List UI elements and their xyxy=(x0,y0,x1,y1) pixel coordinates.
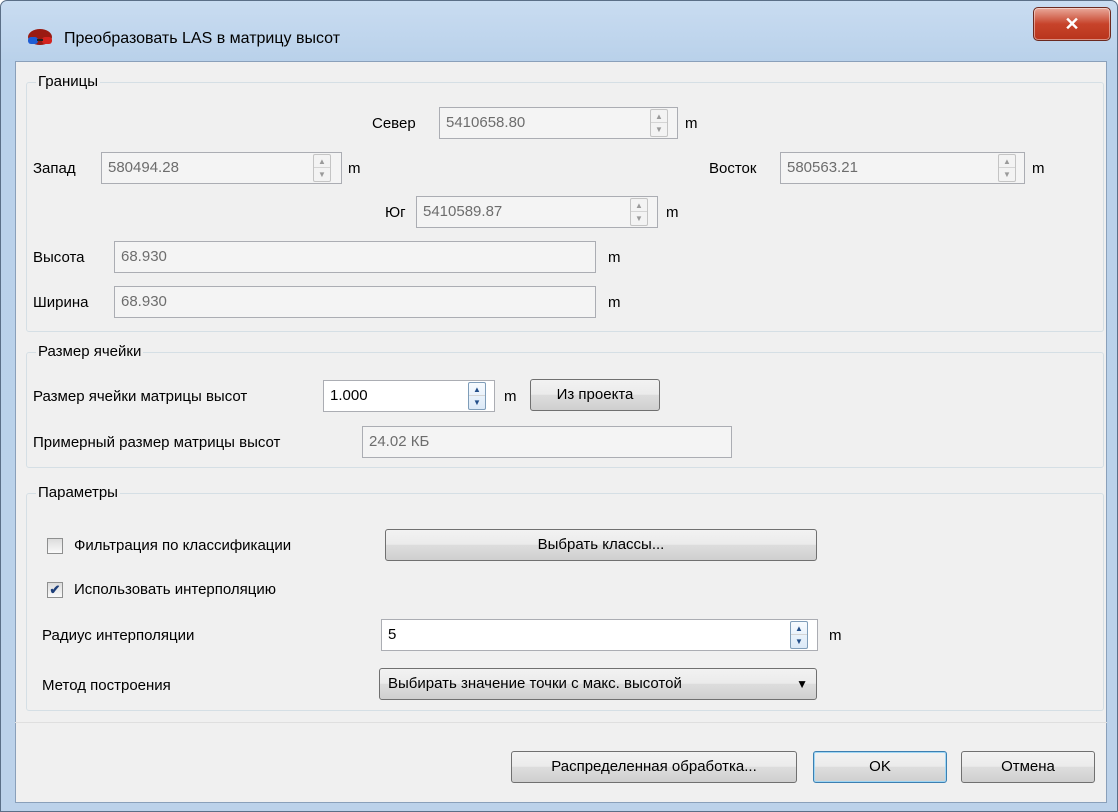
east-field[interactable]: 580563.21 xyxy=(780,152,1025,184)
radius-spinner[interactable]: ▲ ▼ xyxy=(790,621,808,649)
footer-divider xyxy=(15,722,1107,723)
west-spinner[interactable]: ▲ ▼ xyxy=(313,154,331,182)
south-unit: m xyxy=(666,204,679,221)
east-unit: m xyxy=(1032,160,1045,177)
spin-down-icon[interactable]: ▼ xyxy=(631,212,647,225)
spin-down-icon[interactable]: ▼ xyxy=(469,396,485,409)
close-button[interactable]: ✕ xyxy=(1033,7,1111,41)
method-label: Метод построения xyxy=(42,677,171,694)
checkmark-icon: ✔ xyxy=(49,582,61,597)
method-selected: Выбирать значение точки с макс. высотой xyxy=(388,675,682,692)
distributed-processing-button[interactable]: Распределенная обработка... xyxy=(511,751,797,783)
interpolation-label[interactable]: Использовать интерполяцию xyxy=(74,581,276,598)
window-title: Преобразовать LAS в матрицу высот xyxy=(64,30,341,47)
spin-up-icon[interactable]: ▲ xyxy=(314,155,330,168)
cancel-button[interactable]: Отмена xyxy=(961,751,1095,783)
north-field[interactable]: 5410658.80 xyxy=(439,107,678,139)
radius-unit: m xyxy=(829,627,842,644)
west-label: Запад xyxy=(33,160,76,177)
height-unit: m xyxy=(608,249,621,266)
spin-down-icon[interactable]: ▼ xyxy=(999,168,1015,181)
bounds-group-title: Границы xyxy=(36,73,100,90)
close-icon: ✕ xyxy=(1064,13,1080,34)
north-label: Север xyxy=(372,115,416,132)
spin-up-icon[interactable]: ▲ xyxy=(999,155,1015,168)
cell-size-unit: m xyxy=(504,388,517,405)
cell-size-label: Размер ячейки матрицы высот xyxy=(33,388,248,405)
spin-down-icon[interactable]: ▼ xyxy=(314,168,330,181)
width-label: Ширина xyxy=(33,294,89,311)
cell-size-spinner[interactable]: ▲ ▼ xyxy=(468,382,486,410)
spin-down-icon[interactable]: ▼ xyxy=(651,123,667,136)
south-label: Юг xyxy=(385,204,406,221)
stereo-glasses-icon xyxy=(28,29,52,45)
width-unit: m xyxy=(608,294,621,311)
south-field[interactable]: 5410589.87 xyxy=(416,196,658,228)
north-unit: m xyxy=(685,115,698,132)
spin-up-icon[interactable]: ▲ xyxy=(651,110,667,123)
title-bar[interactable]: Преобразовать LAS в матрицу высот ✕ xyxy=(0,0,1118,60)
method-dropdown[interactable]: Выбирать значение точки с макс. высотой … xyxy=(379,668,817,700)
select-classes-button[interactable]: Выбрать классы... xyxy=(385,529,817,561)
approx-size-field[interactable]: 24.02 КБ xyxy=(362,426,732,458)
south-spinner[interactable]: ▲ ▼ xyxy=(630,198,648,226)
cell-size-group-title: Размер ячейки xyxy=(36,343,144,360)
ok-button[interactable]: OK xyxy=(813,751,947,783)
east-spinner[interactable]: ▲ ▼ xyxy=(998,154,1016,182)
west-unit: m xyxy=(348,160,361,177)
filter-checkbox[interactable] xyxy=(47,538,63,554)
east-label: Восток xyxy=(709,160,757,177)
radius-label: Радиус интерполяции xyxy=(42,627,195,644)
filter-label[interactable]: Фильтрация по классификации xyxy=(74,537,291,554)
radius-input[interactable]: 5 xyxy=(381,619,818,651)
from-project-button[interactable]: Из проекта xyxy=(530,379,660,411)
west-field[interactable]: 580494.28 xyxy=(101,152,342,184)
interpolation-checkbox[interactable]: ✔ xyxy=(47,582,63,598)
width-field[interactable]: 68.930 xyxy=(114,286,596,318)
parameters-group-title: Параметры xyxy=(36,484,120,501)
north-spinner[interactable]: ▲ ▼ xyxy=(650,109,668,137)
spin-up-icon[interactable]: ▲ xyxy=(631,199,647,212)
chevron-down-icon: ▼ xyxy=(796,677,808,691)
spin-down-icon[interactable]: ▼ xyxy=(791,635,807,648)
spin-up-icon[interactable]: ▲ xyxy=(469,383,485,396)
height-field[interactable]: 68.930 xyxy=(114,241,596,273)
height-label: Высота xyxy=(33,249,85,266)
spin-up-icon[interactable]: ▲ xyxy=(791,622,807,635)
approx-size-label: Примерный размер матрицы высот xyxy=(33,434,281,451)
